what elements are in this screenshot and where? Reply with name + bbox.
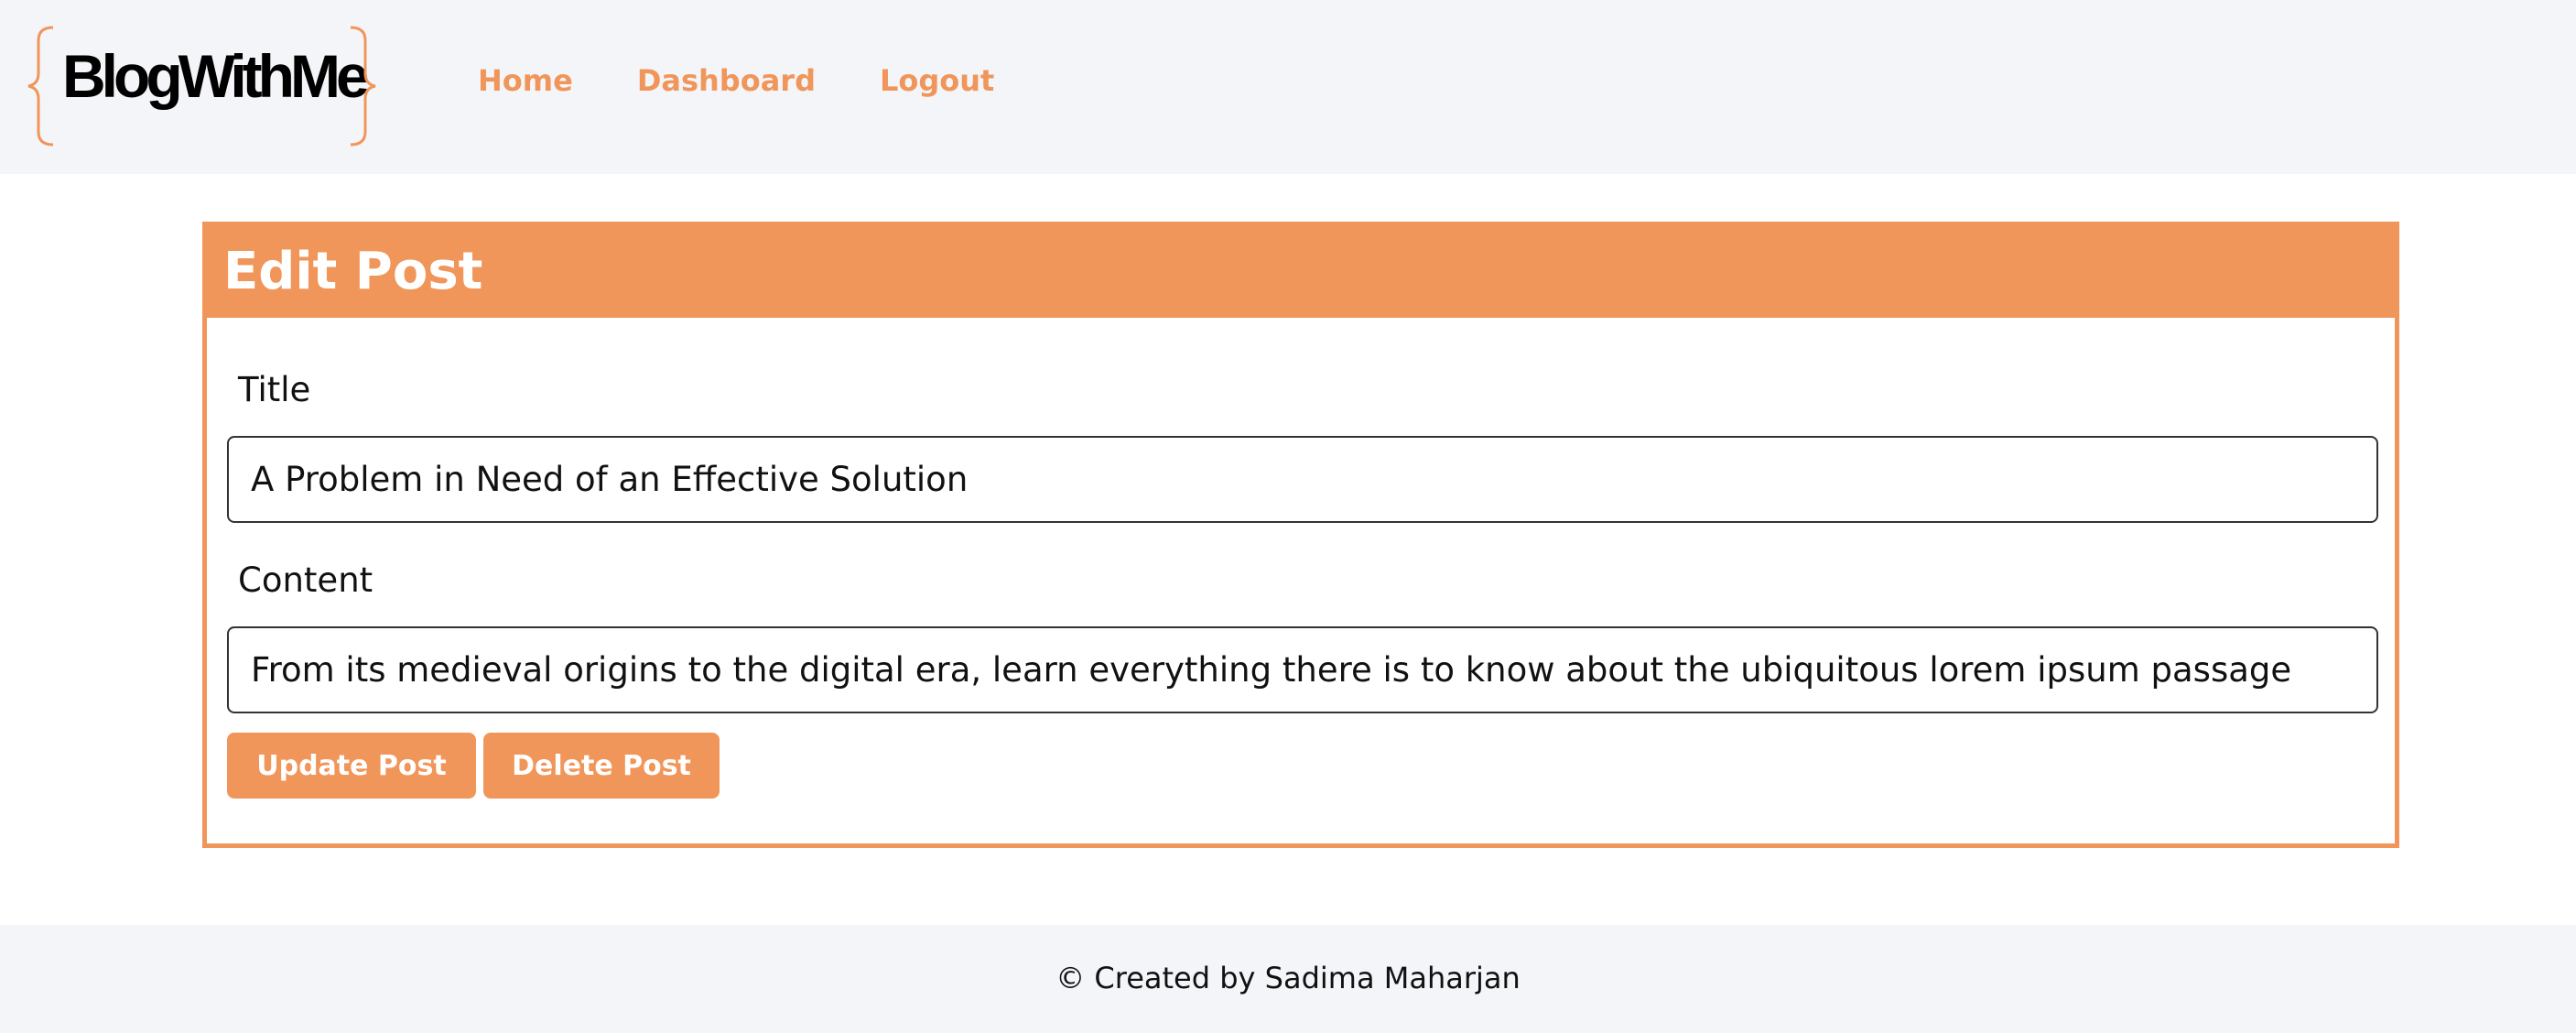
update-post-button[interactable]: Update Post <box>227 733 476 799</box>
delete-post-button[interactable]: Delete Post <box>483 733 720 799</box>
left-brace-icon <box>27 26 54 147</box>
card-header: Edit Post <box>207 226 2395 318</box>
site-footer: © Created by Sadima Maharjan <box>0 925 2576 1033</box>
nav-logout-link[interactable]: Logout <box>880 66 994 95</box>
nav-dashboard-link[interactable]: Dashboard <box>637 66 816 95</box>
page-title: Edit Post <box>223 242 483 301</box>
nav-home-link[interactable]: Home <box>478 66 573 95</box>
content-input[interactable] <box>227 626 2378 713</box>
right-brace-icon <box>350 26 376 147</box>
main-nav: Home Dashboard Logout <box>478 66 994 95</box>
edit-post-card: Edit Post Title Content Update Post Dele… <box>202 222 2399 848</box>
title-input[interactable] <box>227 436 2378 523</box>
title-label: Title <box>238 370 311 409</box>
site-header: BlogWithMe Home Dashboard Logout <box>0 0 2576 174</box>
logo-text: BlogWithMe <box>62 42 370 110</box>
footer-credit: © Created by Sadima Maharjan <box>1055 961 1521 995</box>
site-logo[interactable]: BlogWithMe <box>26 26 378 147</box>
content-label: Content <box>238 560 373 600</box>
